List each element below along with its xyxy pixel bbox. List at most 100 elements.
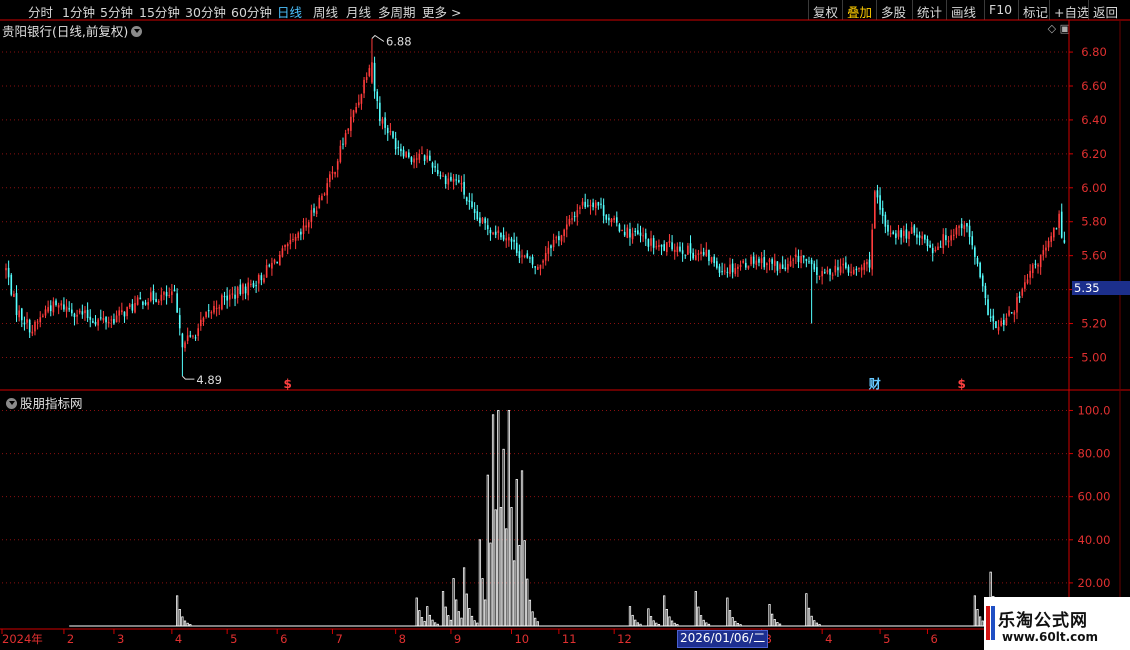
candle-body [600, 203, 602, 205]
candle-body [718, 266, 721, 273]
candle-body [787, 263, 789, 270]
indicator-bar [665, 609, 668, 627]
indicator-bar [813, 620, 816, 627]
candle-body [97, 319, 99, 326]
indicator-bar [523, 540, 526, 627]
candle-body [892, 231, 895, 235]
indicator-bar [728, 610, 732, 627]
indicator-bar [431, 619, 434, 627]
candle-body [44, 309, 47, 316]
candle-body [168, 294, 171, 296]
indicator-bar [176, 595, 179, 627]
indicator-bar [452, 578, 455, 627]
candle-body [971, 236, 974, 246]
candle-body [795, 254, 797, 258]
candle-body [684, 254, 687, 256]
indicator-bar [462, 567, 466, 627]
indicator-bar [520, 470, 524, 627]
candle-body [218, 307, 221, 309]
candle-body [613, 217, 615, 220]
candle-body [305, 225, 307, 228]
candle-body [926, 238, 929, 246]
candle-body [260, 275, 263, 281]
candle-body [289, 239, 292, 245]
indicator-bar [534, 617, 537, 627]
candle-body [268, 265, 271, 267]
candle-body [250, 283, 252, 285]
candle-body [968, 225, 971, 237]
candle-body [1058, 213, 1060, 228]
candle-body [315, 210, 318, 214]
candle-body [981, 275, 984, 287]
candle-body [873, 191, 876, 229]
event-marker[interactable]: $ [284, 377, 292, 391]
y-tick-label: 80.00 [1078, 447, 1111, 461]
candle-body [839, 266, 842, 273]
candle-body [800, 255, 802, 264]
indicator-bar [449, 619, 453, 627]
candle-body [302, 225, 305, 234]
event-marker[interactable]: $ [958, 377, 966, 391]
candle-body [102, 317, 105, 321]
candle-body [634, 230, 637, 233]
candle-body [663, 244, 666, 251]
indicator-bar [455, 599, 458, 627]
indicator-bar [768, 604, 771, 627]
candle-body [421, 153, 423, 155]
candle-body [486, 225, 489, 230]
candle-body [118, 310, 121, 316]
candle-body [1031, 264, 1034, 273]
candle-body [484, 218, 486, 224]
candle-body [5, 268, 7, 271]
candle-body [610, 218, 613, 223]
candle-body [905, 229, 908, 239]
candle-body [15, 293, 18, 316]
y-tick-label: 6.40 [1081, 113, 1107, 127]
candle-body [463, 181, 465, 195]
watermark-name: 乐淘公式网 [998, 611, 1088, 631]
candle-body [447, 178, 450, 185]
candle-body [766, 263, 768, 266]
candle-body [644, 233, 647, 239]
candle-body [510, 238, 513, 242]
candle-body [987, 299, 989, 315]
indicator-bar [526, 578, 529, 627]
candle-body [760, 258, 763, 264]
indicator-bar [183, 620, 187, 627]
x-tick-label: 9 [454, 632, 461, 646]
candle-body [623, 231, 626, 236]
candle-body [55, 300, 57, 305]
candle-body [934, 249, 937, 251]
candle-body [1063, 240, 1066, 243]
indicator-bar [807, 607, 811, 627]
candle-body [855, 268, 858, 271]
event-marker[interactable]: 财 [868, 376, 881, 391]
candle-body [950, 235, 952, 241]
candle-body [742, 260, 744, 263]
candle-body [597, 202, 600, 206]
candle-body [508, 237, 510, 241]
candle-body [666, 242, 668, 253]
candle-body [339, 145, 342, 162]
candle-body [355, 106, 357, 113]
indicator-bar [457, 611, 460, 627]
candle-body [379, 102, 381, 122]
candle-body [708, 250, 710, 261]
candle-body [149, 292, 152, 301]
candle-body [68, 308, 71, 310]
indicator-bar [978, 616, 982, 627]
candle-body [797, 255, 800, 262]
candle-body [213, 306, 215, 313]
candle-body [99, 317, 102, 319]
candle-body [265, 265, 268, 278]
indicator-bar [428, 614, 431, 627]
candle-body [244, 286, 247, 294]
candle-body [924, 234, 926, 240]
indicator-bar [634, 619, 637, 627]
candle-body [679, 246, 681, 252]
candle-body [71, 309, 73, 314]
chart-canvas[interactable]: 5.005.205.405.605.806.006.206.406.606.80… [0, 0, 1130, 650]
candle-body [747, 265, 750, 269]
candle-body [492, 232, 494, 235]
indicator-bar [531, 611, 534, 627]
